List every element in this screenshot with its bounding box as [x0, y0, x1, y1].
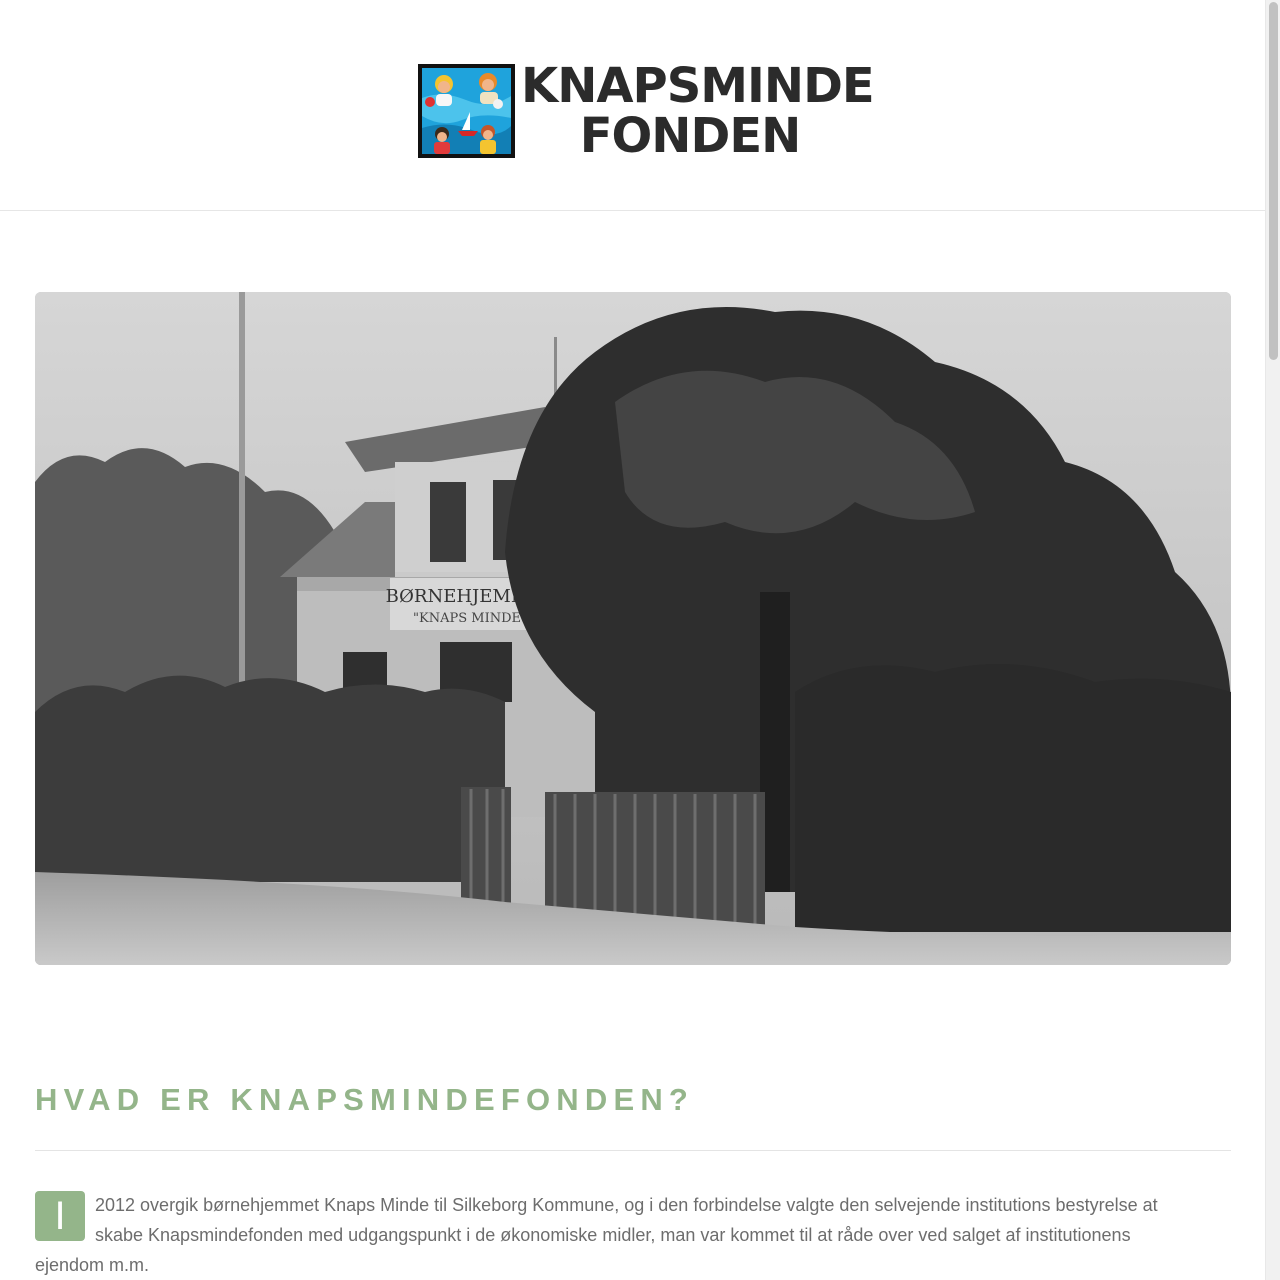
site-logo-link[interactable]: KNAPSMINDE FONDEN [418, 58, 875, 164]
site-header: KNAPSMINDE FONDEN [0, 0, 1265, 211]
logo-line-2: FONDEN [579, 108, 802, 164]
hero-image: BØRNEHJEMMET "KNAPS MINDE" [35, 292, 1231, 965]
section-divider [35, 1150, 1231, 1151]
intro-paragraph: I 2012 overgik børnehjemmet Knaps Minde … [35, 1190, 1185, 1280]
building-sign-text-2: "KNAPS MINDE" [413, 611, 527, 626]
section-title: HVAD ER KNAPSMINDEFONDEN? [35, 1082, 695, 1117]
logo-wordmark: KNAPSMINDE FONDEN [521, 58, 875, 164]
scrollbar-thumb[interactable] [1269, 2, 1278, 360]
logo-line-1: KNAPSMINDE [521, 58, 875, 114]
dropcap-letter: I [35, 1191, 85, 1241]
intro-paragraph-text: 2012 overgik børnehjemmet Knaps Minde ti… [35, 1195, 1158, 1275]
logo-image [418, 64, 515, 158]
vertical-scrollbar[interactable] [1265, 0, 1280, 1280]
